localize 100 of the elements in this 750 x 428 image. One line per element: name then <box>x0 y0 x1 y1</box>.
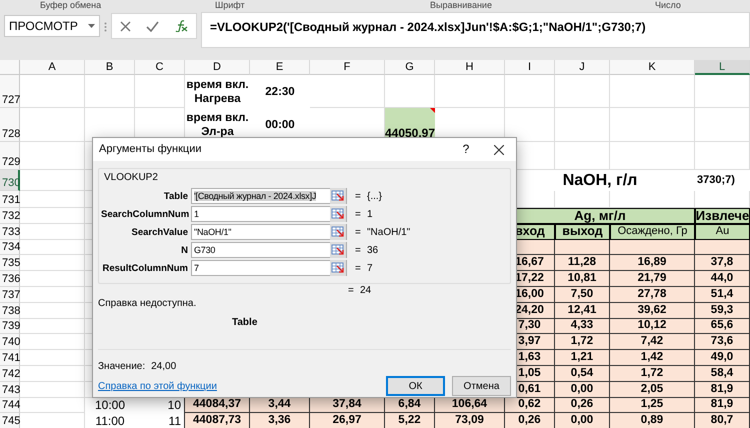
help-text: Справка недоступна. <box>97 297 196 310</box>
function-icon[interactable] <box>175 20 188 32</box>
column-header[interactable]: L <box>695 60 750 75</box>
argument-field[interactable]: '[Сводный журнал - 2024.xlsx]J <box>191 188 347 204</box>
table-cell: 0,89 <box>610 413 695 428</box>
table-cell: 0,26 <box>555 398 610 414</box>
range-picker-icon[interactable] <box>330 224 346 240</box>
dropdown-caret-icon <box>88 24 95 28</box>
cancel-icon[interactable] <box>120 20 131 32</box>
column-header[interactable]: I <box>505 60 555 75</box>
value-text: 24,00 <box>151 360 176 373</box>
comment-marker-icon <box>430 108 435 113</box>
table-cell: 5,22 <box>385 413 435 428</box>
table-cell: 1,21 <box>555 350 610 366</box>
table-cell: 37,8 <box>695 255 750 272</box>
table-cell: 12,41 <box>555 302 610 319</box>
column-header[interactable]: C <box>135 60 185 75</box>
formula-field[interactable]: =VLOOKUP2('[Сводный журнал - 2024.xlsx]Jun'!$A:$G;1;"NaOH/1";G730;7) <box>201 12 750 48</box>
table-cell: 58,4 <box>695 366 750 382</box>
column-header[interactable]: D <box>185 60 250 75</box>
range-picker-icon[interactable] <box>330 188 346 204</box>
table-cell: 3,36 <box>250 413 310 428</box>
grid-cell <box>555 75 610 108</box>
argument-field[interactable]: 7 <box>191 260 347 276</box>
help-button[interactable]: ? <box>456 143 476 156</box>
table-cell-text: 11:00 <box>94 413 126 428</box>
table-cell: 0,62 <box>505 398 555 414</box>
equals-sign: = <box>355 208 362 220</box>
column-header[interactable]: K <box>610 60 695 75</box>
argument-field[interactable]: "NaOH/1" <box>191 224 347 240</box>
column-header[interactable]: J <box>555 60 610 75</box>
column-header[interactable]: B <box>85 60 135 75</box>
column-header[interactable]: F <box>310 60 385 75</box>
table-cell: Au <box>695 224 750 240</box>
argument-label: N <box>180 244 189 256</box>
dialog-button[interactable]: Отмена <box>452 376 511 396</box>
dialog-button[interactable]: ОК <box>386 376 445 396</box>
row-header[interactable]: 727 <box>0 75 20 108</box>
table-cell: 81,9 <box>695 398 750 414</box>
table-cell: 73,09 <box>435 413 505 428</box>
checkmark-icon[interactable] <box>146 20 160 32</box>
row-header[interactable]: 744 <box>0 398 20 414</box>
row-header[interactable]: 742 <box>0 366 20 382</box>
table-cell: 81,9 <box>695 382 750 398</box>
column-header[interactable]: G <box>385 60 435 75</box>
row-header[interactable]: 736 <box>0 271 20 287</box>
help-link[interactable]: Справка по этой функции <box>98 380 217 392</box>
table-cell: Осаждено, Гр <box>610 224 695 240</box>
argument-field[interactable]: 1 <box>191 206 347 222</box>
row-header[interactable]: 738 <box>0 302 20 319</box>
row-header[interactable]: 728 <box>0 108 20 142</box>
ribbon-group-label: Буфер обмена <box>40 0 102 10</box>
equals-sign: = <box>348 284 355 296</box>
column-header[interactable]: A <box>20 60 85 75</box>
table-cell: 6,84 <box>385 398 435 414</box>
name-box[interactable]: ПРОСМОТР <box>4 15 100 37</box>
row-header[interactable]: 734 <box>0 240 20 256</box>
argument-result: {...} <box>367 190 382 202</box>
row-header[interactable]: 739 <box>0 318 20 334</box>
table-cell: 0,00 <box>555 413 610 428</box>
row-header[interactable]: 729 <box>0 142 20 170</box>
grid-cell <box>695 142 750 170</box>
row-header[interactable]: 731 <box>0 191 20 208</box>
column-header[interactable]: H <box>435 60 505 75</box>
table-cell: 21,79 <box>610 271 695 287</box>
table-cell: 0,54 <box>555 366 610 382</box>
table-cell: 39,62 <box>610 302 695 319</box>
ribbon-group-label: Число <box>655 0 681 10</box>
argument-value: "NaOH/1" <box>194 226 232 236</box>
grid-cell <box>20 108 85 142</box>
row-header[interactable]: 745 <box>0 413 20 428</box>
grid-cell <box>695 108 750 142</box>
row-header[interactable]: 735 <box>0 255 20 272</box>
table-cell: 0,00 <box>555 382 610 398</box>
table-cell: 7,42 <box>610 334 695 350</box>
argument-result: 7 <box>367 262 373 274</box>
table-cell-text: NaOH, г/л <box>562 170 638 190</box>
column-header[interactable]: E <box>250 60 310 75</box>
range-picker-icon[interactable] <box>330 206 346 222</box>
row-header[interactable]: 740 <box>0 334 20 350</box>
row-header[interactable]: 732 <box>0 208 20 224</box>
table-cell: 65,6 <box>695 318 750 334</box>
close-icon[interactable] <box>494 144 504 154</box>
row-header[interactable]: 743 <box>0 382 20 398</box>
function-name: VLOOKUP2 <box>103 171 158 185</box>
table-cell: 106,64 <box>435 398 505 414</box>
table-cell: 1,42 <box>610 350 695 366</box>
table-cell: 27,78 <box>610 286 695 303</box>
table-cell: 44087,73 <box>185 413 250 428</box>
range-picker-icon[interactable] <box>330 260 346 276</box>
table-cell: 10,12 <box>610 318 695 334</box>
row-header[interactable]: 737 <box>0 286 20 303</box>
table-cell: 44,0 <box>695 271 750 287</box>
row-header[interactable]: 733 <box>0 224 20 240</box>
row-header[interactable]: 741 <box>0 350 20 366</box>
equals-sign: = <box>355 262 362 274</box>
formula-result: 24 <box>360 284 372 296</box>
argument-value: G730 <box>194 244 216 254</box>
range-picker-icon[interactable] <box>330 242 346 258</box>
argument-field[interactable]: G730 <box>191 242 347 258</box>
